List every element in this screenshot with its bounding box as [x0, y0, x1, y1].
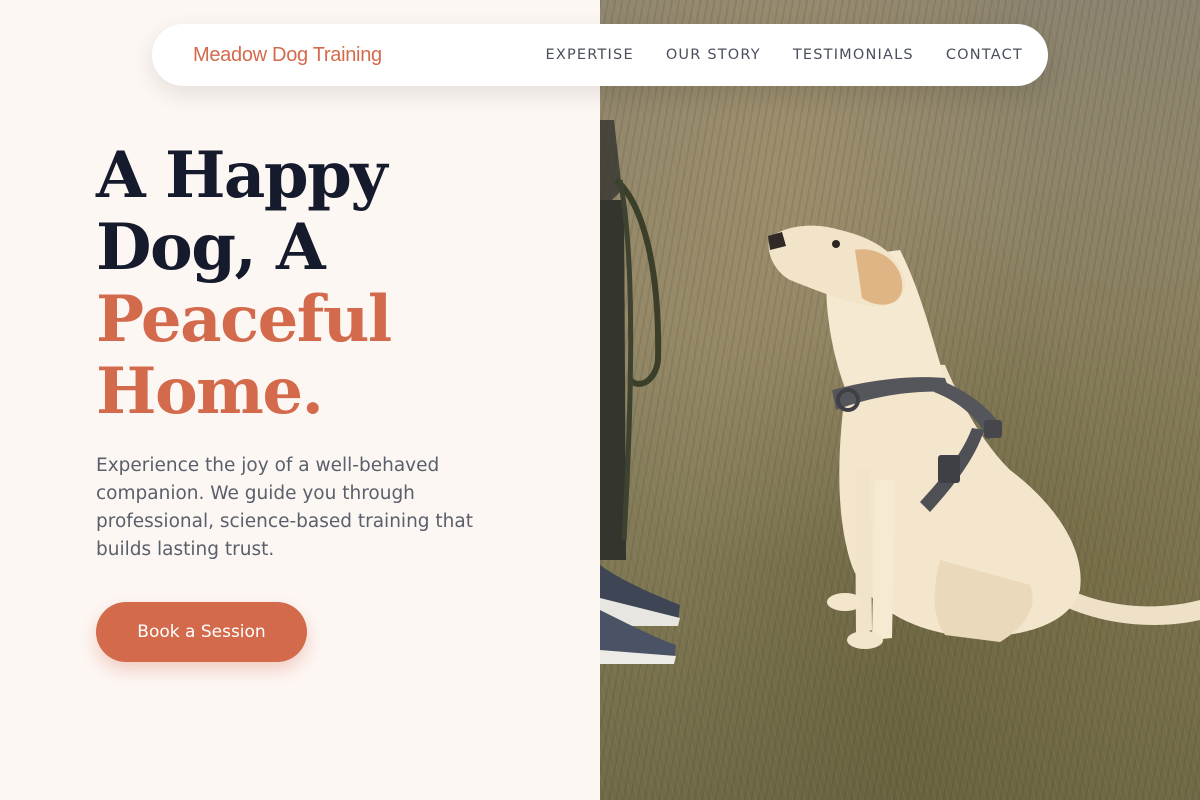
hero-title: A Happy Dog, A Peaceful Home. — [96, 140, 536, 428]
book-session-button[interactable]: Book a Session — [96, 602, 307, 662]
page: A Happy Dog, A Peaceful Home. Experience… — [0, 0, 1200, 800]
nav-link-testimonials[interactable]: TESTIMONIALS — [793, 47, 914, 63]
hero-description: Experience the joy of a well-behaved com… — [96, 455, 473, 560]
hero-title-line-4: Home. — [96, 354, 324, 429]
nav-link-our-story[interactable]: OUR STORY — [666, 47, 761, 63]
dog-illustration — [600, 120, 1200, 664]
hero-title-line-3: Peaceful — [96, 282, 392, 357]
brand-logo-link[interactable]: Meadow Dog Training — [193, 44, 382, 67]
nav-link-contact[interactable]: CONTACT — [946, 47, 1023, 63]
top-navbar: Meadow Dog Training EXPERTISE OUR STORY … — [152, 24, 1048, 86]
hero-title-line-1: A Happy — [96, 138, 388, 213]
hero-title-line-2: Dog, A — [96, 210, 326, 285]
hero-photo — [600, 0, 1200, 800]
hero-left-panel: A Happy Dog, A Peaceful Home. Experience… — [0, 0, 600, 800]
nav-link-expertise[interactable]: EXPERTISE — [545, 47, 633, 63]
nav-links: EXPERTISE OUR STORY TESTIMONIALS CONTACT — [545, 47, 1023, 63]
